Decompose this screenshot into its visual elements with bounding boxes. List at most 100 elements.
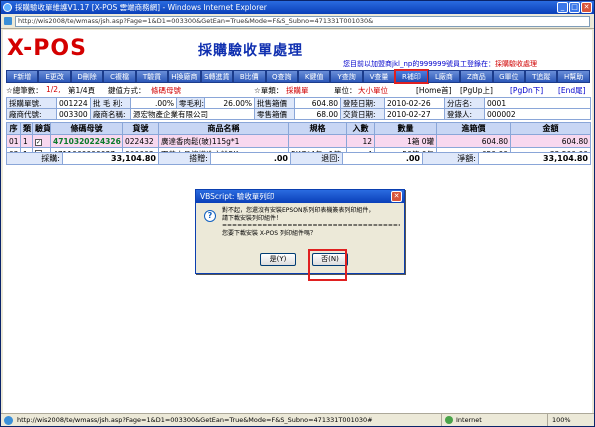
dialog-titlebar: VBScript: 驗收單列印 ✕ — [196, 190, 404, 203]
maximize-button[interactable]: □ — [569, 2, 580, 13]
highlight-box — [308, 249, 347, 281]
return-label: 退回: — [290, 152, 343, 165]
row-price[interactable]: 604.80 — [436, 134, 511, 148]
minimize-button[interactable]: _ — [557, 2, 568, 13]
unit-label: 單位： — [334, 86, 357, 95]
window-titlebar: 採購驗收單維護V1.17 [X-POS 雲端商務網] - Windows Int… — [1, 1, 594, 14]
order-no-label: 採購單號. — [6, 97, 57, 109]
order-no-field[interactable]: 001224 — [56, 97, 91, 109]
status-url: http://wis2008/te/wmass/jsh.asp?Fage=1&D… — [17, 416, 373, 424]
ie-icon — [3, 3, 12, 12]
key-mode-value[interactable]: 條碼母號 — [151, 85, 181, 96]
login-note: 您目前以加盟商jkl_np的999999號員工登錄在：採購驗收處理 — [343, 59, 537, 69]
wholesale-margin-field[interactable]: .00% — [130, 97, 177, 109]
toolbar-track-button[interactable]: T追蹤 — [525, 70, 558, 83]
toolbar-compare-button[interactable]: B比價 — [233, 70, 266, 83]
dialog-close-icon[interactable]: ✕ — [391, 191, 402, 202]
return-value: .00 — [342, 152, 423, 165]
close-button[interactable]: ✕ — [581, 2, 592, 13]
purchase-total-label: 採購: — [6, 152, 63, 165]
login-note-user: 加盟商jkl_np的999999號員工登錄在： — [371, 60, 496, 68]
col-qty-header: 數量 — [374, 122, 437, 135]
dialog-line-2: 請下載安裝列印組件！ — [222, 214, 283, 222]
table-row[interactable]: 01 1 ✓ 4710320224326 022432 廣達香肉鬆(玻)115g… — [6, 134, 591, 148]
question-icon: ? — [204, 210, 216, 222]
nav-end-link[interactable]: [End尾] — [558, 85, 586, 96]
zoom-level[interactable]: 100% — [547, 414, 571, 426]
nav-home-link[interactable]: [Home首] — [416, 85, 452, 96]
window-controls: _ □ ✕ — [557, 2, 592, 13]
branch-label: 分店名: — [444, 97, 485, 109]
box-price-field[interactable]: 604.80 — [294, 97, 341, 109]
row-name: 廣達香肉鬆(玻)115g*1 — [158, 134, 289, 148]
toolbar-to-stock-button[interactable]: S轉進貨 — [200, 70, 234, 83]
toolbar-reprint-button[interactable]: R補印 — [394, 69, 429, 84]
row-item: 022432 — [122, 134, 159, 148]
row-barcode[interactable]: 4710320224326 — [50, 134, 123, 148]
toolbar-copy-button[interactable]: C複檔 — [103, 70, 136, 83]
security-zone: Internet — [441, 414, 482, 426]
toolbar-edit-button[interactable]: E更改 — [38, 70, 71, 83]
col-inspect-header: 驗貨 — [32, 122, 51, 135]
vendor-code-field[interactable]: 003300 — [56, 108, 91, 120]
vendor-name-field[interactable]: 源宏物產企業有限公司 — [130, 108, 255, 120]
col-amount-header: 金額 — [510, 122, 591, 135]
vendor-name-label: 廠商名稱: — [90, 108, 131, 120]
nav-pgdn-link[interactable]: [PgDn下] — [510, 85, 543, 96]
toolbar-unit-button[interactable]: G單位 — [492, 70, 525, 83]
address-input[interactable]: http://wis2008/te/wmass/jsh.asp?Fage=1&D… — [15, 16, 590, 27]
totals-row: 採購: 33,104.80 搭贈: .00 退回: .00 淨額: 33,104… — [6, 152, 591, 165]
browser-window: 採購驗收單維護V1.17 [X-POS 雲端商務網] - Windows Int… — [0, 0, 595, 427]
delivery-date-field[interactable]: 2010-02-27 — [384, 108, 445, 120]
toolbar-search-button[interactable]: Y查詢 — [330, 70, 363, 83]
row-pack: 12 — [346, 134, 375, 148]
col-price-header: 進箱價 — [436, 122, 511, 135]
toolbar-help-button[interactable]: H幫助 — [557, 70, 590, 83]
page-title: 採購驗收單處理 — [198, 43, 303, 59]
total-label: ☆總筆數： — [6, 86, 43, 95]
toolbar-delete-button[interactable]: D刪除 — [70, 70, 104, 83]
toolbar-vendor-button[interactable]: L廠商 — [427, 70, 461, 83]
row-qty[interactable]: 1箱 0罐 — [374, 134, 437, 148]
dialog-line-3: 您要下載安裝 X-POS 列印組件嗎？ — [222, 229, 316, 237]
order-header-table: 採購單號. 001224 批 毛 利: .00% 零毛利: 26.00% 批售箱… — [6, 97, 591, 120]
retail-price-label: 零售箱價 — [254, 108, 295, 120]
globe-icon — [445, 416, 453, 424]
login-note-prefix: 您目前以 — [343, 60, 371, 68]
wholesale-margin-label: 批 毛 利: — [90, 97, 131, 109]
page-icon — [4, 17, 12, 25]
col-item-header: 貨號 — [122, 122, 159, 135]
row-type: 1 — [20, 134, 33, 148]
toolbar-inspect-button[interactable]: T驗貨 — [135, 70, 169, 83]
record-info-line: ☆總筆數： 1/2, 第1/4頁 鍵值方式： 條碼母號 ☆單類： 採購單 單位：… — [6, 85, 590, 96]
dialog-message: 對不起，您還沒有安裝EPSON系列印表機簽表列印組件， 請下載安裝列印組件！ =… — [222, 207, 402, 237]
key-mode-label: 鍵值方式： — [108, 86, 146, 95]
status-page-icon — [4, 416, 13, 425]
zone-label: Internet — [456, 416, 482, 424]
toolbar-key-button[interactable]: K鍵值 — [297, 70, 331, 83]
row-spec — [288, 134, 347, 148]
inspect-checkbox[interactable]: ✓ — [35, 138, 42, 146]
bonus-value: .00 — [210, 152, 291, 165]
toolbar-product-button[interactable]: Z商品 — [460, 70, 493, 83]
col-pack-header: 入數 — [346, 122, 375, 135]
unit-type-value[interactable]: 採購單 — [286, 85, 309, 96]
login-date-field[interactable]: 2010-02-26 — [384, 97, 445, 109]
dialog-separator: ========================================… — [222, 222, 400, 229]
unit-value[interactable]: 大小單位 — [358, 85, 388, 96]
nav-pgup-link[interactable]: [PgUp上] — [460, 85, 493, 96]
toolbar-query-button[interactable]: Q查詢 — [265, 70, 298, 83]
toolbar-new-button[interactable]: F新增 — [6, 70, 39, 83]
yes-button[interactable]: 是(Y) — [260, 253, 296, 266]
retail-price-field[interactable]: 68.00 — [294, 108, 341, 120]
row-seq: 01 — [6, 134, 21, 148]
toolbar-check-qty-button[interactable]: V查量 — [362, 70, 396, 83]
branch-field[interactable]: 0001 — [484, 97, 591, 109]
vendor-code-label: 廠商代號: — [6, 108, 57, 120]
toolbar-change-vendor-button[interactable]: H換廠商 — [168, 70, 201, 83]
login-person-field[interactable]: 000002 — [484, 108, 591, 120]
retail-margin-field[interactable]: 26.00% — [204, 97, 255, 109]
unit-type-label: ☆單類： — [254, 86, 284, 95]
xpos-logo: X-POS — [7, 36, 87, 61]
col-type-header: 類 — [20, 122, 33, 135]
